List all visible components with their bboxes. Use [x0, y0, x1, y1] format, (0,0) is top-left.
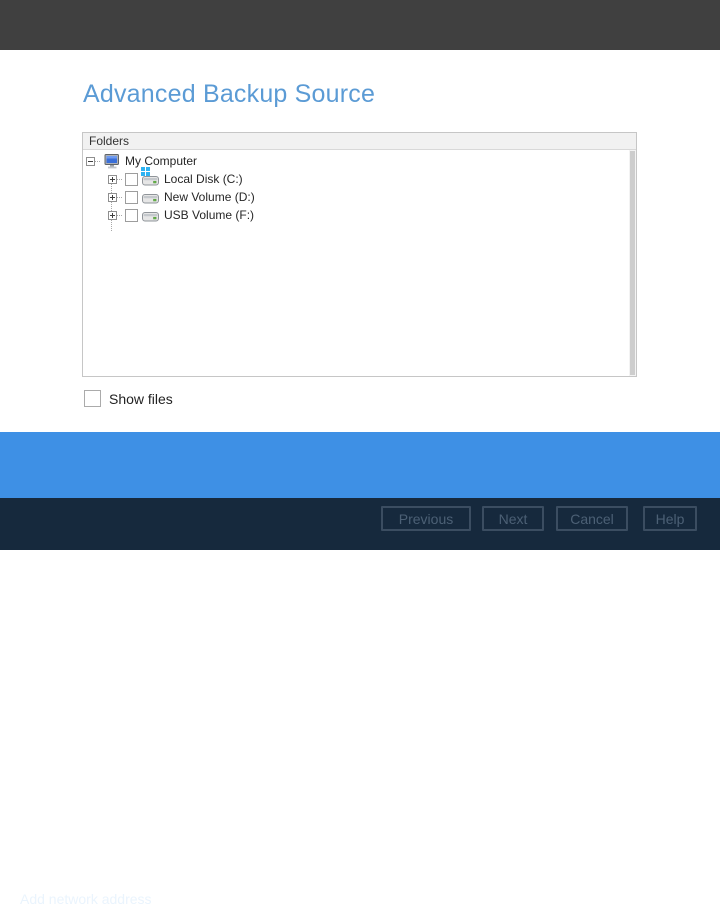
page-title: Advanced Backup Source: [83, 80, 376, 108]
tree-row-usb-volume-f[interactable]: USB Volume (F:): [83, 206, 636, 224]
tree-row-my-computer[interactable]: My Computer: [83, 152, 636, 170]
plus-box-icon[interactable]: [108, 174, 117, 184]
computer-icon: [104, 153, 120, 169]
local-disk-c-checkbox[interactable]: [125, 172, 138, 186]
wizard-footer-bar: Previous Next Cancel Help: [0, 498, 720, 550]
plus-box-icon[interactable]: [108, 192, 117, 202]
folders-panel: Folders My Computer Local Disk (C:) New …: [82, 132, 637, 377]
tree-connector: [117, 196, 122, 198]
help-button[interactable]: Help: [648, 885, 693, 912]
scrollbar-thumb[interactable]: [630, 151, 635, 375]
plus-box-icon[interactable]: [108, 210, 117, 220]
wizard-help-button: Help: [643, 506, 697, 531]
drive-icon: [142, 191, 159, 204]
usb-volume-f-checkbox[interactable]: [125, 208, 138, 222]
drive-icon: [142, 209, 159, 222]
minus-box-icon[interactable]: [86, 156, 95, 166]
top-bar: [0, 0, 720, 50]
new-volume-d-checkbox[interactable]: [125, 190, 138, 204]
show-files-option[interactable]: Show files: [84, 390, 173, 407]
wizard-cancel-button: Cancel: [556, 506, 628, 531]
tree-row-local-disk-c[interactable]: Local Disk (C:): [83, 166, 636, 188]
tree-connector-line: [111, 182, 112, 231]
cancel-button[interactable]: Cancel: [555, 885, 628, 912]
tree-label-usb-volume-f[interactable]: USB Volume (F:): [164, 208, 254, 222]
tree-connector: [117, 214, 122, 216]
local-disk-drive-icon: [141, 166, 159, 186]
folders-panel-header: Folders: [83, 133, 636, 150]
dialog-footer-bar: Add network address OK Cancel Help: [0, 432, 720, 912]
tree-row-new-volume-d[interactable]: New Volume (D:): [83, 188, 636, 206]
windows-logo-icon: [141, 166, 150, 176]
vertical-scrollbar[interactable]: [629, 150, 636, 376]
show-files-checkbox[interactable]: [84, 390, 101, 407]
show-files-label: Show files: [109, 390, 173, 407]
tree-connector: [95, 160, 100, 162]
tree-label-local-disk-c[interactable]: Local Disk (C:): [164, 172, 243, 186]
tree-connector: [117, 178, 122, 180]
previous-button: Previous: [381, 506, 471, 531]
tree-label-my-computer[interactable]: My Computer: [125, 154, 197, 168]
folder-tree: My Computer Local Disk (C:) New Volume (…: [83, 150, 636, 231]
tree-label-new-volume-d[interactable]: New Volume (D:): [164, 190, 255, 204]
add-network-address-link[interactable]: Add network address: [20, 891, 152, 907]
ok-button[interactable]: OK: [494, 885, 543, 912]
next-button: Next: [482, 506, 544, 531]
